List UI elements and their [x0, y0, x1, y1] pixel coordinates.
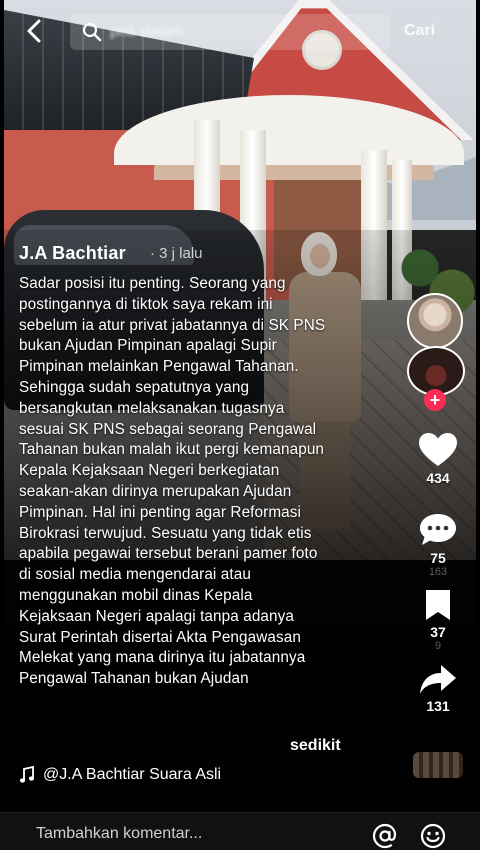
- like-button[interactable]: 434: [410, 432, 466, 486]
- comment-bar: Tambahkan komentar...: [0, 812, 480, 850]
- top-bar: pns dalam Cari: [0, 0, 480, 62]
- see-less-button[interactable]: sedikit: [290, 737, 341, 755]
- share-button[interactable]: 131: [410, 664, 466, 714]
- comment-count-ghost: 163: [428, 566, 448, 578]
- at-sign-icon[interactable]: [372, 823, 398, 849]
- search-query: pns dalam: [110, 23, 184, 40]
- search-submit-button[interactable]: Cari: [404, 22, 435, 40]
- follow-button[interactable]: +: [424, 389, 446, 411]
- music-note-icon: [19, 766, 35, 783]
- author-name[interactable]: J.A Bachtiar: [19, 243, 126, 264]
- save-button[interactable]: 37 9: [410, 588, 466, 652]
- comment-bubble-icon: [420, 514, 456, 545]
- save-count-ghost: 9: [434, 640, 442, 652]
- comment-button[interactable]: 75 163: [410, 512, 466, 578]
- sound-label[interactable]: @J.A Bachtiar Suara Asli: [19, 766, 221, 784]
- comment-input[interactable]: Tambahkan komentar...: [36, 825, 202, 843]
- smiley-icon[interactable]: [420, 823, 446, 849]
- creator-avatar[interactable]: [407, 293, 463, 349]
- share-arrow-icon: [420, 665, 456, 694]
- heart-icon: [419, 433, 457, 466]
- comment-count: 75: [430, 550, 446, 566]
- post-caption: Sadar posisi itu penting. Seorang yang p…: [19, 275, 326, 688]
- sound-name: @J.A Bachtiar Suara Asli: [43, 766, 222, 783]
- like-count: 434: [426, 470, 450, 486]
- search-bar[interactable]: pns dalam: [70, 14, 390, 50]
- share-count: 131: [426, 698, 450, 714]
- chevron-left-icon[interactable]: [24, 18, 46, 44]
- post-time: · 3 j lalu: [150, 245, 203, 262]
- sound-disc[interactable]: [413, 752, 463, 778]
- bookmark-icon: [426, 590, 450, 620]
- search-icon: [82, 22, 102, 42]
- save-count: 37: [430, 624, 446, 640]
